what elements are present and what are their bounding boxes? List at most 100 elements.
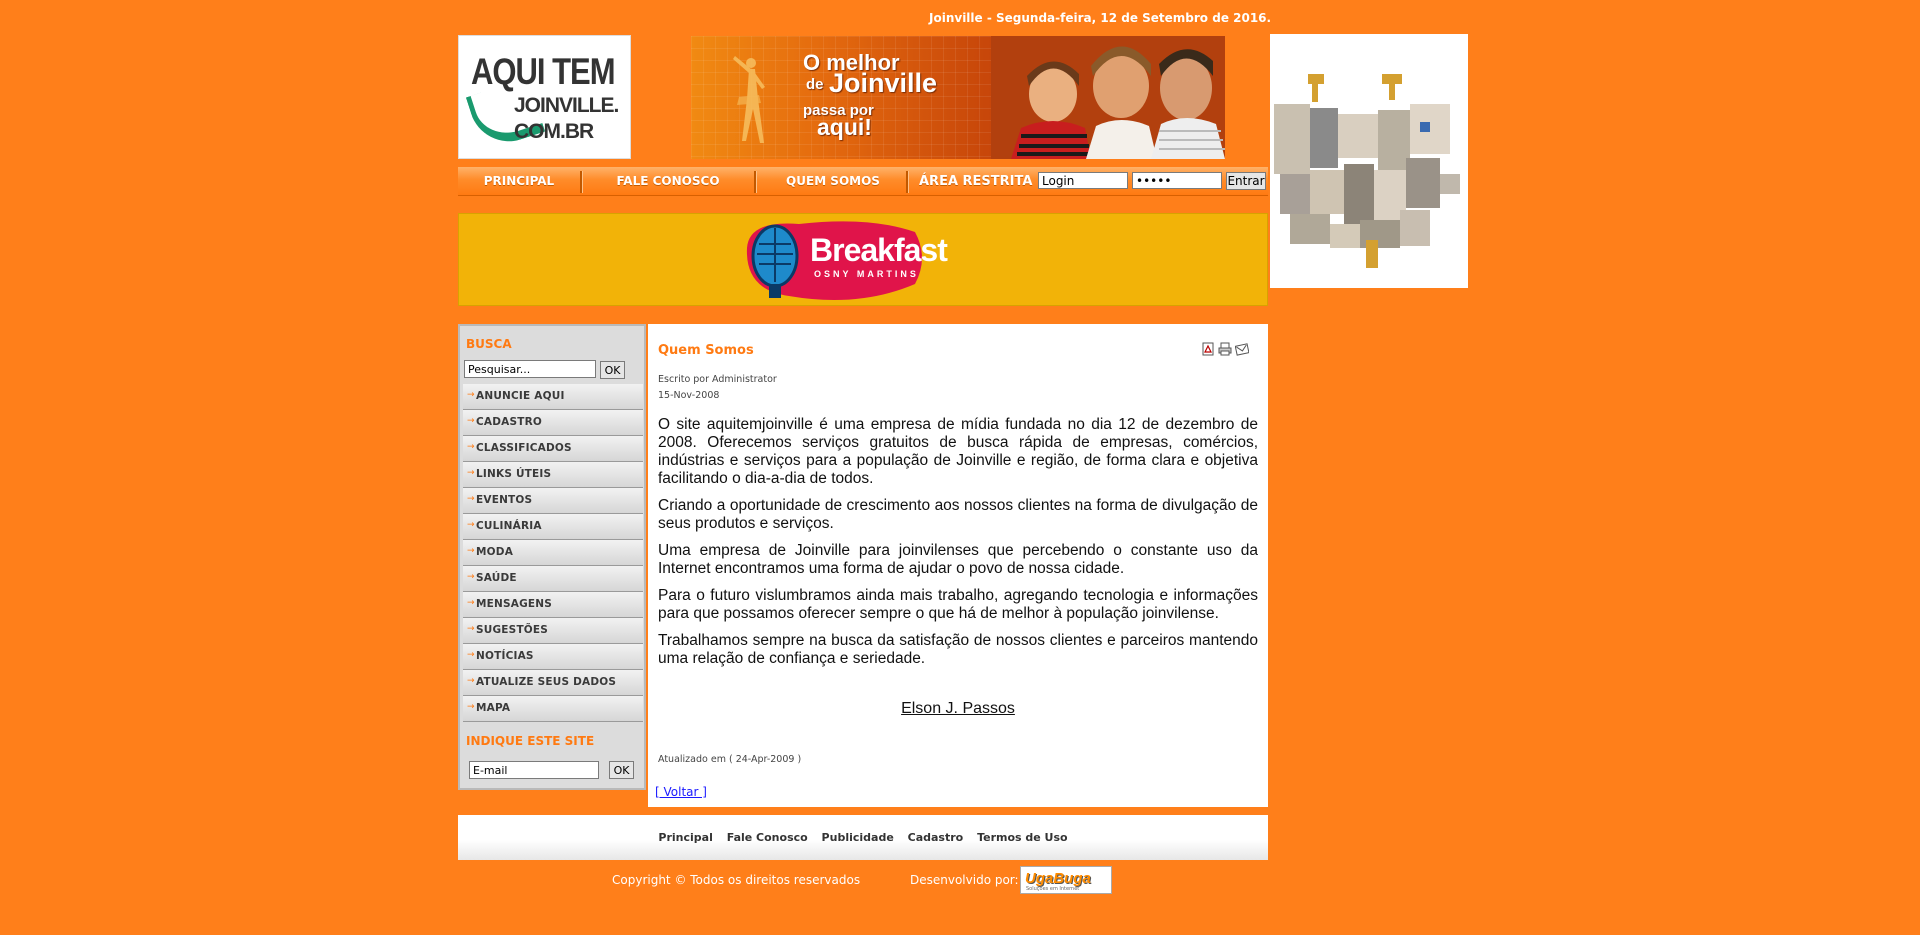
article-paragraph: Criando a oportunidade de crescimento ao… <box>658 497 1258 532</box>
sidebar-item-label: SUGESTÕES <box>476 624 549 636</box>
password-input[interactable] <box>1132 172 1222 189</box>
developer-logo-text: UgaBuga <box>1025 870 1091 887</box>
arrow-icon: → <box>467 598 475 608</box>
developed-by-label: Desenvolvido por: <box>910 873 1019 887</box>
signature-link[interactable]: Elson J. Passos <box>648 700 1268 718</box>
developer-logo[interactable]: UgaBuga Soluções em Internet <box>1020 866 1112 894</box>
sidebar-item-noticias[interactable]: → NOTÍCIAS <box>463 644 643 670</box>
arrow-icon: → <box>467 650 475 660</box>
sidebar-item-classificados[interactable]: → CLASSIFICADOS <box>463 436 643 462</box>
date-line: Joinville - Segunda-feira, 12 de Setembr… <box>929 11 1272 25</box>
dancer-figure <box>733 56 765 143</box>
sidebar-item-anuncie-aqui[interactable]: → ANUNCIE AQUI <box>463 384 643 410</box>
arrow-icon: → <box>467 624 475 634</box>
article-body: O site aquitemjoinville é uma empresa de… <box>658 416 1258 677</box>
sidebar-item-label: SAÚDE <box>476 572 517 584</box>
footer-link-termos-de-uso[interactable]: Termos de Uso <box>977 831 1068 844</box>
right-ad[interactable] <box>1270 34 1468 288</box>
nav-fale-conosco[interactable]: FALE CONOSCO <box>583 167 753 195</box>
search-heading: BUSCA <box>466 337 512 351</box>
email-field[interactable] <box>469 761 599 779</box>
article-paragraph: O site aquitemjoinville é uma empresa de… <box>658 416 1258 487</box>
arrow-icon: → <box>467 390 475 400</box>
nav-principal[interactable]: PRINCIPAL <box>458 167 580 195</box>
arrow-icon: → <box>467 494 475 504</box>
sidebar-item-label: MAPA <box>476 702 511 714</box>
breakfast-banner[interactable]: Breakfast OSNY MARTINS <box>458 213 1268 306</box>
banner-line5: aqui! <box>817 114 872 140</box>
footer: Principal Fale Conosco Publicidade Cadas… <box>458 815 1268 860</box>
arrow-icon: → <box>467 702 475 712</box>
arrow-icon: → <box>467 572 475 582</box>
email-icon[interactable] <box>1234 341 1250 356</box>
restricted-area-label: ÁREA RESTRITA <box>919 174 1033 189</box>
back-link[interactable]: [ Voltar ] <box>655 785 707 799</box>
sidebar-item-atualize-seus-dados[interactable]: → ATUALIZE SEUS DADOS <box>463 670 643 696</box>
sidebar-item-label: ATUALIZE SEUS DADOS <box>476 676 617 688</box>
arrow-icon: → <box>467 468 475 478</box>
breakfast-title: Breakfast <box>810 232 948 268</box>
arrow-icon: → <box>467 546 475 556</box>
sidebar-item-moda[interactable]: → MODA <box>463 540 643 566</box>
sidebar-item-label: ANUNCIE AQUI <box>476 390 565 402</box>
site-logo[interactable]: AQUI TEM JOINVILLE. COM.BR <box>458 35 631 159</box>
article-paragraph: Trabalhamos sempre na busca da satisfaçã… <box>658 632 1258 667</box>
main-content: Quem Somos Escrito por Administrator 15-… <box>648 324 1268 807</box>
pdf-icon[interactable] <box>1201 341 1215 356</box>
arrow-icon: → <box>467 676 475 686</box>
login-input[interactable] <box>1038 172 1128 189</box>
main-nav: PRINCIPAL FALE CONOSCO QUEM SOMOS ÁREA R… <box>458 167 1268 196</box>
arrow-icon: → <box>467 442 475 452</box>
breakfast-subtitle: OSNY MARTINS <box>814 269 919 279</box>
sidebar-menu: → ANUNCIE AQUI → CADASTRO → CLASSIFICADOS →… <box>463 384 643 722</box>
login-enter-button[interactable]: Entrar <box>1226 172 1266 190</box>
article-paragraph: Para o futuro vislumbramos ainda mais tr… <box>658 587 1258 622</box>
indique-heading: INDIQUE ESTE SITE <box>466 734 595 748</box>
article-author: Escrito por Administrator <box>658 374 777 385</box>
logo-line2: JOINVILLE. <box>514 94 619 117</box>
banner-line2: de <box>806 76 824 93</box>
print-icon[interactable] <box>1218 341 1232 356</box>
sidebar-item-label: CLASSIFICADOS <box>476 442 572 454</box>
sidebar-item-label: MENSAGENS <box>476 598 553 610</box>
footer-link-publicidade[interactable]: Publicidade <box>822 831 894 844</box>
sidebar-item-label: CADASTRO <box>476 416 543 428</box>
sidebar-item-sugestoes[interactable]: → SUGESTÕES <box>463 618 643 644</box>
banner-line3: Joinville <box>829 68 938 98</box>
page-title: Quem Somos <box>658 343 754 358</box>
footer-link-cadastro[interactable]: Cadastro <box>908 831 964 844</box>
sidebar-item-label: LINKS ÚTEIS <box>476 468 552 480</box>
article-updated: Atualizado em ( 24-Apr-2009 ) <box>658 754 802 765</box>
footer-link-fale-conosco[interactable]: Fale Conosco <box>727 831 808 844</box>
sidebar-item-label: NOTÍCIAS <box>476 650 534 662</box>
arrow-icon: → <box>467 520 475 530</box>
hardware-collage-image <box>1270 34 1468 288</box>
indique-ok-button[interactable]: OK <box>609 761 634 779</box>
sidebar-item-label: MODA <box>476 546 514 558</box>
sidebar-item-culinaria[interactable]: → CULINÁRIA <box>463 514 643 540</box>
footer-link-principal[interactable]: Principal <box>658 831 712 844</box>
arrow-icon: → <box>467 416 475 426</box>
sidebar: BUSCA OK →ANUNCIE AQUI →CADASTRO →CLASSI… <box>458 324 646 790</box>
sidebar-item-mapa[interactable]: → MAPA <box>463 696 643 722</box>
nav-quem-somos[interactable]: QUEM SOMOS <box>757 167 909 195</box>
family-photo <box>991 36 1225 159</box>
sidebar-item-eventos[interactable]: → EVENTOS <box>463 488 643 514</box>
logo-line3: COM.BR <box>514 120 594 143</box>
logo-line1: AQUI TEM <box>471 50 616 93</box>
nav-separator <box>906 171 909 193</box>
sidebar-item-saude[interactable]: → SAÚDE <box>463 566 643 592</box>
sidebar-item-label: EVENTOS <box>476 494 533 506</box>
article-tools <box>1201 341 1252 360</box>
copyright-text: Copyright © Todos os direitos reservados <box>612 873 861 887</box>
article-paragraph: Uma empresa de Joinville para joinvilens… <box>658 542 1258 577</box>
search-ok-button[interactable]: OK <box>600 361 625 379</box>
developer-logo-tagline: Soluções em Internet <box>1026 886 1080 892</box>
top-banner[interactable]: O melhor de Joinville passa por aqui! <box>691 36 1225 159</box>
search-input[interactable] <box>464 360 596 378</box>
sidebar-item-cadastro[interactable]: → CADASTRO <box>463 410 643 436</box>
sidebar-item-links-uteis[interactable]: → LINKS ÚTEIS <box>463 462 643 488</box>
footer-links: Principal Fale Conosco Publicidade Cadas… <box>458 831 1268 844</box>
sidebar-item-mensagens[interactable]: → MENSAGENS <box>463 592 643 618</box>
sidebar-item-label: CULINÁRIA <box>476 520 542 532</box>
